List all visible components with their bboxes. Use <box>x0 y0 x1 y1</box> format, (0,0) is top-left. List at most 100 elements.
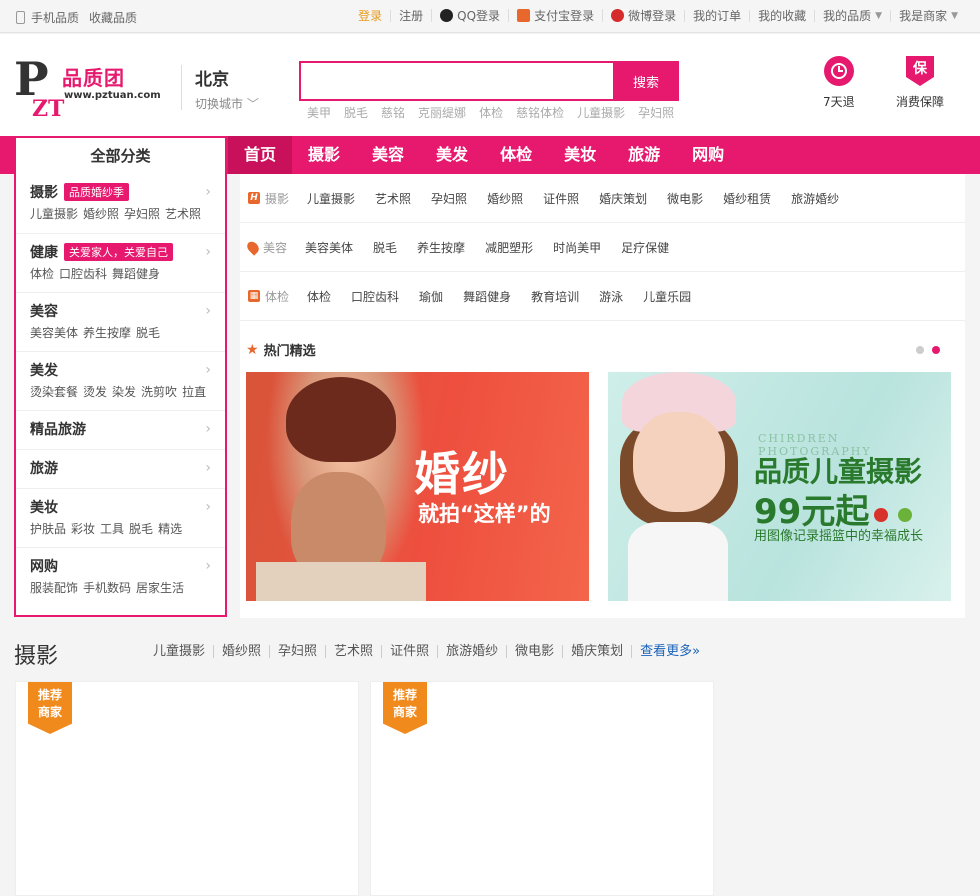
building-icon: ▦ <box>248 290 260 302</box>
nav-items: 首页 摄影 美容 美发 体检 美妆 旅游 网购 <box>228 136 740 174</box>
sidebar-item-beauty[interactable]: 美容 美容美体 养生按摩 脱毛 › <box>16 293 225 352</box>
couple-photo-suit <box>256 562 426 601</box>
sidebar-item-hair[interactable]: 美发 烫染套餐 烫发 染发 洗剪吹 拉直 › <box>16 352 225 411</box>
top-bar-right: 登录 注册 QQ登录 支付宝登录 微博登录 我的订单 我的收藏 我的品质 ▼ 我是… <box>350 9 966 22</box>
bookmark-link[interactable]: 收藏品质 <box>89 9 137 26</box>
nav-hair[interactable]: 美发 <box>420 136 484 174</box>
hot-word[interactable]: 克丽缇娜 <box>418 104 466 121</box>
quick-row-beauty: 美容 美容美体 脱毛 养生按摩 减肥塑形 时尚美甲 足疗保健 <box>240 223 965 272</box>
logo-url: www.pztuan.com <box>64 90 161 101</box>
hot-word[interactable]: 孕妇照 <box>638 104 674 121</box>
nav-checkup[interactable]: 体检 <box>484 136 548 174</box>
category-sidebar: 摄影 品质婚纱季 儿童摄影 婚纱照 孕妇照 艺术照 › 健康 关爱家人，关爱自己 体检 口腔… <box>14 174 227 617</box>
my-orders-link[interactable]: 我的订单 <box>693 10 741 22</box>
my-favorites-link[interactable]: 我的收藏 <box>758 10 806 22</box>
recommended-ribbon: 推荐 商家 <box>28 682 72 734</box>
section-title: 摄影 <box>14 644 59 669</box>
girl-photo-dress <box>628 522 728 601</box>
couple-photo-hair <box>286 377 396 462</box>
search-button[interactable]: 搜索 <box>613 61 679 101</box>
clock-icon <box>823 56 854 86</box>
merchant-card[interactable]: 推荐 商家 <box>15 681 359 896</box>
hot-word[interactable]: 慈铭体检 <box>516 104 564 121</box>
hot-word[interactable]: 儿童摄影 <box>577 104 625 121</box>
kids-photo-banner[interactable]: CHIRDREN PHOTOGRAPHY 品质儿童摄影 99元起 用图像记录摇篮… <box>608 372 951 601</box>
nav-shopping[interactable]: 网购 <box>676 136 740 174</box>
nav-travel[interactable]: 旅游 <box>612 136 676 174</box>
chevron-down-icon: ▼ <box>951 10 958 21</box>
hot-search-words: 美甲 脱毛 慈铭 克丽缇娜 体检 慈铭体检 儿童摄影 孕妇照 <box>307 104 687 121</box>
seven-day-label: 7天退 <box>823 95 855 109</box>
merchant-card[interactable]: 推荐 商家 <box>370 681 714 896</box>
nav-makeup[interactable]: 美妆 <box>548 136 612 174</box>
chevron-right-icon: › <box>205 499 211 515</box>
sidebar-item-health[interactable]: 健康 关爱家人，关爱自己 体检 口腔齿科 舞蹈健身 › <box>16 234 225 293</box>
site-logo[interactable]: P ZT 品质团 www.pztuan.com <box>14 56 164 126</box>
hot-word[interactable]: 美甲 <box>307 104 331 121</box>
chevron-right-icon: › <box>205 303 211 319</box>
quick-row-checkup: ▦ 体检 体检 口腔齿科 瑜伽 舞蹈健身 教育培训 游泳 儿童乐园 <box>240 272 965 321</box>
hot-picks-heading: ★ 热门精选 <box>246 341 316 360</box>
nav-home[interactable]: 首页 <box>228 136 293 174</box>
chevron-right-icon: › <box>205 184 211 200</box>
guarantee-label: 消费保障 <box>896 95 945 109</box>
sidebar-item-photography[interactable]: 摄影 品质婚纱季 儿童摄影 婚纱照 孕妇照 艺术照 › <box>16 174 225 234</box>
phone-icon <box>16 11 25 24</box>
kids-banner-slogan: 用图像记录摇篮中的幸福成长 <box>754 529 924 544</box>
hot-word[interactable]: 脱毛 <box>344 104 368 121</box>
promo-badge: 关爱家人，关爱自己 <box>64 243 173 261</box>
logo-mark-zt: ZT <box>32 96 65 122</box>
shield-icon: 保 <box>906 56 934 86</box>
wedding-banner[interactable]: 婚纱 就拍“这样”的 <box>246 372 589 601</box>
carousel-dot-active[interactable] <box>932 346 940 354</box>
apple-icon <box>874 508 888 522</box>
login-link[interactable]: 登录 <box>358 10 382 22</box>
search-input[interactable] <box>299 61 615 101</box>
main-nav: 全部分类 首页 摄影 美容 美发 体检 美妆 旅游 网购 <box>0 136 980 174</box>
recommended-ribbon: 推荐 商家 <box>383 682 427 734</box>
search-box: 搜索 <box>299 61 679 101</box>
alipay-icon <box>517 9 531 22</box>
hot-word[interactable]: 体检 <box>479 104 503 121</box>
apple-icon <box>898 508 912 522</box>
carousel-dot[interactable] <box>916 346 924 354</box>
qq-icon <box>440 9 454 22</box>
register-link[interactable]: 注册 <box>399 10 423 22</box>
chevron-right-icon: › <box>205 421 211 437</box>
carousel-dots <box>908 346 940 354</box>
mobile-link[interactable]: 手机品质 <box>31 9 79 26</box>
quick-row-photography: H 摄影 儿童摄影 艺术照 孕妇照 婚纱照 证件照 婚庆策划 微电影 婚纱租赁 旅… <box>240 174 965 223</box>
main-panel: H 摄影 儿童摄影 艺术照 孕妇照 婚纱照 证件照 婚庆策划 微电影 婚纱租赁 旅… <box>240 174 965 618</box>
sidebar-item-shopping[interactable]: 网购 服装配饰 手机数码 居家生活 › <box>16 548 225 608</box>
my-pinzhi-menu[interactable]: 我的品质 <box>823 10 871 22</box>
star-icon: ★ <box>246 341 259 358</box>
sidebar-item-travel[interactable]: 旅游 › <box>16 450 225 489</box>
wedding-banner-subtitle: 就拍“这样”的 <box>418 502 551 526</box>
consumer-guarantee[interactable]: 保 消费保障 <box>896 56 944 110</box>
chevron-down-icon: ﹀ <box>246 97 259 111</box>
promo-badge: 品质婚纱季 <box>64 183 129 201</box>
nav-photography[interactable]: 摄影 <box>292 136 356 174</box>
alipay-login-link[interactable]: 支付宝登录 <box>534 10 594 22</box>
sidebar-item-makeup[interactable]: 美妆 护肤品 彩妆 工具 脱毛 精选 › <box>16 489 225 548</box>
chevron-right-icon: › <box>205 558 211 574</box>
location-pin-icon <box>244 238 262 256</box>
hot-word[interactable]: 慈铭 <box>381 104 405 121</box>
weibo-icon <box>611 9 625 22</box>
city-selector[interactable]: 北京 切换城市 ﹀ <box>181 65 259 112</box>
seven-day-refund[interactable]: 7天退 <box>823 56 855 110</box>
sidebar-item-premium-travel[interactable]: 精品旅游 › <box>16 411 225 450</box>
header: P ZT 品质团 www.pztuan.com 北京 切换城市 ﹀ 搜索 美甲 … <box>0 34 980 136</box>
view-more-link[interactable]: 查看更多» <box>631 645 708 658</box>
wedding-banner-title: 婚纱 <box>414 447 510 501</box>
weibo-login-link[interactable]: 微博登录 <box>628 10 676 22</box>
all-categories-title[interactable]: 全部分类 <box>14 136 227 174</box>
qq-login-link[interactable]: QQ登录 <box>457 10 500 22</box>
section-links: 儿童摄影 婚纱照 孕妇照 艺术照 证件照 旅游婚纱 微电影 婚庆策划 查看更多» <box>145 645 708 658</box>
chevron-right-icon: › <box>205 244 211 260</box>
merchant-menu[interactable]: 我是商家 <box>899 10 947 22</box>
chevron-right-icon: › <box>205 362 211 378</box>
girl-photo-face <box>633 412 725 512</box>
nav-beauty[interactable]: 美容 <box>356 136 420 174</box>
switch-city-link[interactable]: 切换城市 ﹀ <box>195 95 259 112</box>
